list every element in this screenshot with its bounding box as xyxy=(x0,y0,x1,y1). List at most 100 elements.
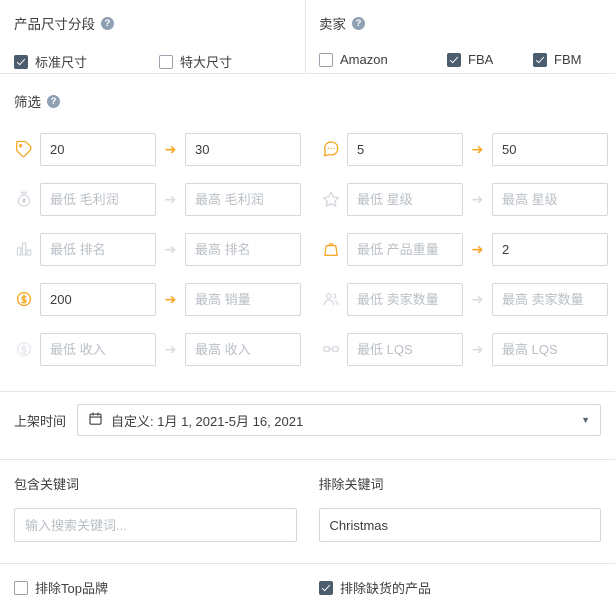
seller-title-label: 卖家 xyxy=(319,17,346,32)
sales-max-input[interactable] xyxy=(185,282,301,316)
checkbox-box[interactable] xyxy=(533,52,547,67)
seller-count-min-input[interactable] xyxy=(347,282,463,316)
reviews-max-input[interactable] xyxy=(492,132,608,166)
range-arrow-icon: ➔ xyxy=(471,141,484,157)
filter-grid: ➔ ➔ xyxy=(0,124,615,374)
product-size-group: 产品尺寸分段 ? 标准尺寸 特大尺寸 xyxy=(14,13,290,71)
lqs-max-input[interactable] xyxy=(492,332,608,366)
checkbox-box[interactable] xyxy=(159,54,173,69)
checkbox-exclude-top-brands[interactable]: 排除Top品牌 xyxy=(14,578,319,597)
checkbox-box[interactable] xyxy=(14,54,28,69)
listing-date-row: 上架时间 自定义: 1月 1, 2021-5月 16, 2021 ▼ xyxy=(0,392,615,448)
checkbox-fbm[interactable]: FBM xyxy=(533,52,581,67)
help-icon[interactable]: ? xyxy=(352,16,365,30)
listing-date-label: 上架时间 xyxy=(14,413,67,429)
range-arrow-icon: ➔ xyxy=(164,291,177,307)
filter-cell-weight: ➔ xyxy=(307,232,614,266)
range-arrow-icon: ➔ xyxy=(164,341,177,357)
rating-min-input[interactable] xyxy=(347,182,463,216)
price-max-input[interactable] xyxy=(185,132,301,166)
star-icon xyxy=(321,189,341,209)
rank-min-input[interactable] xyxy=(40,232,156,266)
keywords-section: 包含关键词 排除关键词 xyxy=(0,460,615,542)
lqs-min-input[interactable] xyxy=(347,332,463,366)
checkbox-exclude-out-of-stock[interactable]: 排除缺货的产品 xyxy=(319,578,431,597)
filter-row: ➔ ➔ xyxy=(0,274,615,324)
filter-cell-rating: ➔ xyxy=(307,182,614,216)
revenue-min-input[interactable] xyxy=(40,332,156,366)
checkbox-fba[interactable]: FBA xyxy=(447,52,533,67)
range-arrow-icon: ➔ xyxy=(164,141,177,157)
include-keywords-group: 包含关键词 xyxy=(14,474,297,542)
net-profit-max-input[interactable] xyxy=(185,182,301,216)
filter-title-label: 筛选 xyxy=(14,95,41,110)
review-bubble-icon xyxy=(321,139,341,159)
checkbox-label: FBA xyxy=(468,52,494,67)
rating-max-input[interactable] xyxy=(492,182,608,216)
rank-max-input[interactable] xyxy=(185,232,301,266)
weight-max-input[interactable] xyxy=(492,232,608,266)
range-arrow-icon: ➔ xyxy=(471,341,484,357)
money-bag-icon xyxy=(14,189,34,209)
bar-chart-icon xyxy=(14,239,34,259)
filter-cell-price: ➔ xyxy=(0,132,307,166)
product-size-options: 标准尺寸 特大尺寸 xyxy=(14,52,290,71)
checkbox-standard-size[interactable]: 标准尺寸 xyxy=(14,52,159,71)
product-size-title-label: 产品尺寸分段 xyxy=(14,17,95,32)
seller-count-max-input[interactable] xyxy=(492,282,608,316)
checkbox-box[interactable] xyxy=(319,580,333,595)
include-keywords-label: 包含关键词 xyxy=(14,477,80,492)
price-min-input[interactable] xyxy=(40,132,156,166)
lqs-icon xyxy=(321,339,341,359)
filter-cell-reviews: ➔ xyxy=(307,132,614,166)
net-profit-min-input[interactable] xyxy=(40,182,156,216)
range-arrow-icon: ➔ xyxy=(164,191,177,207)
calendar-icon xyxy=(88,411,103,429)
bottom-options-row: 排除Top品牌 排除缺货的产品 xyxy=(0,564,615,597)
chevron-down-icon[interactable]: ▼ xyxy=(581,415,590,425)
range-arrow-icon: ➔ xyxy=(164,241,177,257)
exclude-keywords-label: 排除关键词 xyxy=(318,477,384,492)
checkbox-label: Amazon xyxy=(340,52,388,67)
revenue-coin-icon xyxy=(14,339,34,359)
exclude-keywords-input[interactable] xyxy=(318,508,601,542)
help-icon[interactable]: ? xyxy=(47,94,60,108)
filter-cell-revenue: ➔ xyxy=(0,332,307,366)
range-arrow-icon: ➔ xyxy=(471,291,484,307)
sellers-people-icon xyxy=(321,289,341,309)
weight-min-input[interactable] xyxy=(347,232,463,266)
include-keywords-input[interactable] xyxy=(14,508,297,542)
seller-options: Amazon FBA FBM xyxy=(319,52,604,67)
checkbox-label: 特大尺寸 xyxy=(180,55,233,70)
checkbox-box[interactable] xyxy=(319,52,333,67)
filter-row: ➔ ➔ xyxy=(0,324,615,374)
revenue-max-input[interactable] xyxy=(185,332,301,366)
sales-min-input[interactable] xyxy=(40,282,156,316)
filter-section-title: 筛选 ? xyxy=(14,91,615,111)
listing-date-select[interactable]: 自定义: 1月 1, 2021-5月 16, 2021 ▼ xyxy=(77,404,601,436)
price-tag-icon xyxy=(14,139,34,159)
filter-cell-lqs: ➔ xyxy=(307,332,614,366)
dollar-coin-icon xyxy=(14,289,34,309)
filter-cell-sales: ➔ xyxy=(0,282,307,316)
checkbox-amazon[interactable]: Amazon xyxy=(319,52,447,67)
filter-cell-seller-count: ➔ xyxy=(307,282,614,316)
help-icon[interactable]: ? xyxy=(101,16,114,30)
exclude-keywords-group: 排除关键词 xyxy=(318,474,601,542)
checkbox-label: 排除缺货的产品 xyxy=(340,581,432,596)
filter-cell-net-profit: ➔ xyxy=(0,182,307,216)
reviews-min-input[interactable] xyxy=(347,132,463,166)
top-panel-divider xyxy=(0,73,615,74)
product-size-title: 产品尺寸分段 ? xyxy=(14,13,290,33)
listing-date-value: 自定义: 1月 1, 2021-5月 16, 2021 xyxy=(111,413,304,429)
checkbox-label: FBM xyxy=(554,52,582,67)
checkbox-oversize[interactable]: 特大尺寸 xyxy=(159,52,232,71)
filter-row: ➔ ➔ xyxy=(0,174,615,224)
checkbox-box[interactable] xyxy=(14,580,28,595)
seller-group: 卖家 ? Amazon FBA FBM xyxy=(319,13,604,67)
top-filter-panel: 产品尺寸分段 ? 标准尺寸 特大尺寸 卖家 ? Amazon FBA FBM xyxy=(0,0,615,73)
filter-row: ➔ ➔ xyxy=(0,124,615,174)
seller-title: 卖家 ? xyxy=(319,13,604,33)
checkbox-box[interactable] xyxy=(447,52,461,67)
vertical-divider xyxy=(305,0,306,73)
